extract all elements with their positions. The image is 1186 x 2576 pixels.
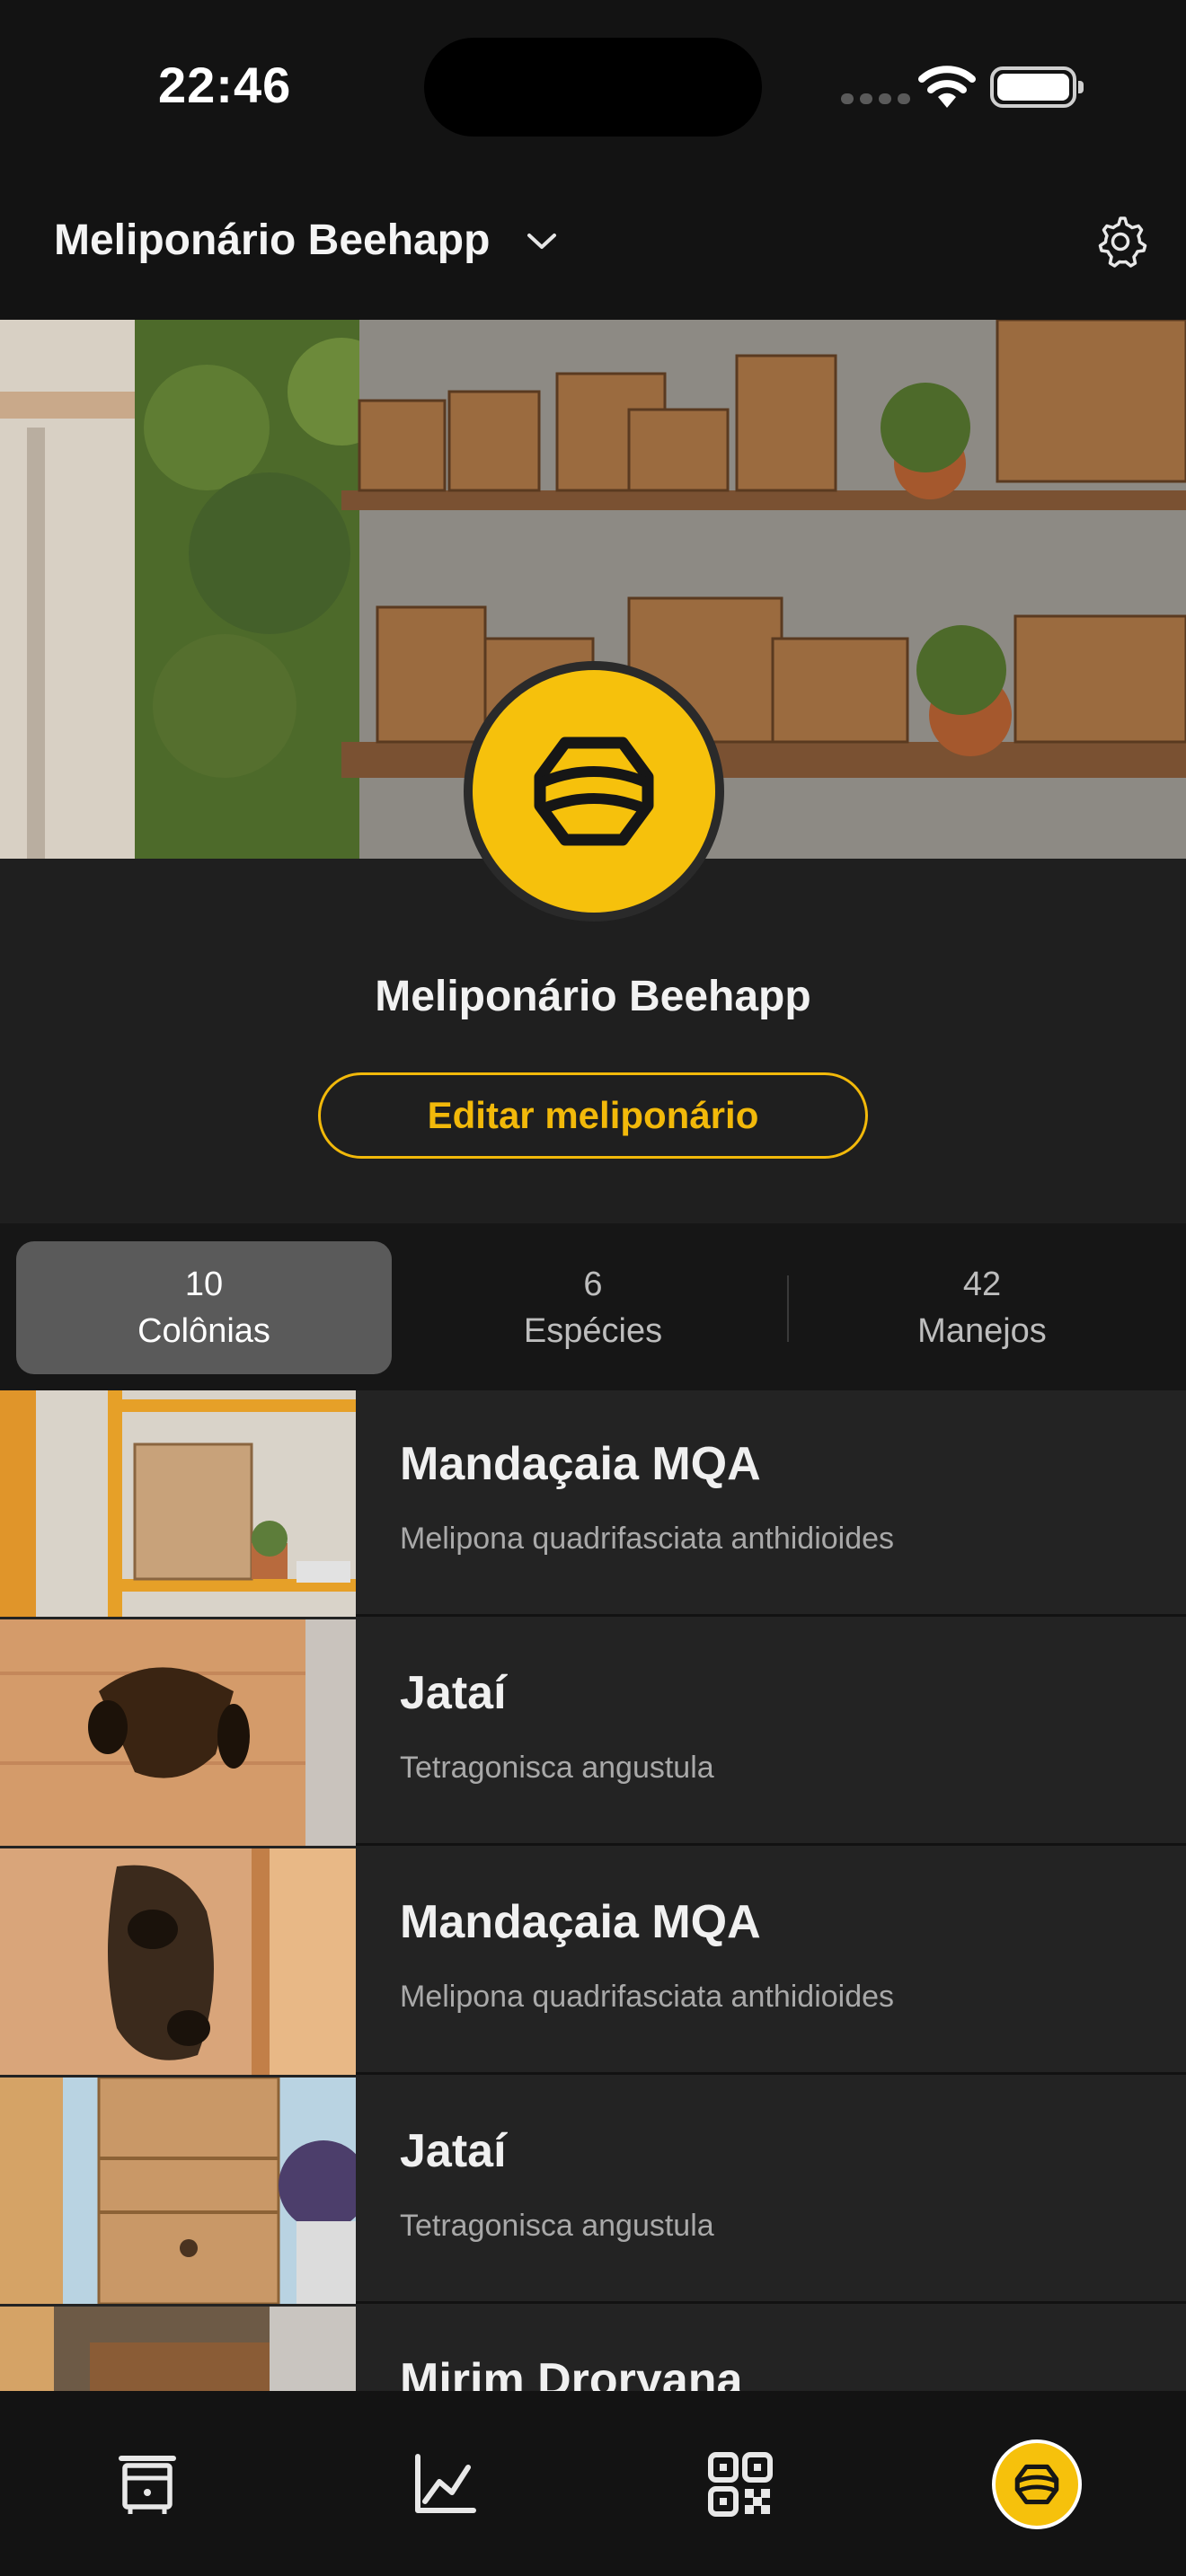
list-item[interactable]: Jataí Tetragonisca angustula [0,2078,1186,2304]
colony-species: Tetragonisca angustula [400,1751,714,1785]
meliponary-avatar [464,661,724,922]
nav-hives[interactable] [102,2439,192,2529]
bottom-navigation [0,2391,1186,2576]
colony-species: Melipona quadrifasciata anthidioides [400,1980,895,2014]
stat-label: Manejos [917,1312,1047,1350]
colony-thumbnail [0,1390,356,1617]
wifi-icon [918,66,976,108]
tab-management[interactable]: 42 Manejos [794,1241,1170,1374]
dynamic-island [424,38,762,137]
status-time: 22:46 [158,57,292,113]
battery-icon [990,66,1084,108]
meliponary-name: Meliponário Beehapp [375,973,811,1020]
colony-thumbnail [0,2078,356,2304]
gear-icon[interactable] [1093,214,1148,269]
colony-thumbnail [0,2307,356,2391]
list-item[interactable]: Jataí Tetragonisca angustula [0,1619,1186,1846]
tab-species[interactable]: 6 Espécies [405,1241,781,1374]
meliponary-title: Meliponário Beehapp [54,216,491,264]
nav-qr-scanner[interactable] [695,2439,785,2529]
colony-name: Mandaçaia MQA [400,1438,761,1490]
meliponary-selector[interactable]: Meliponário Beehapp [54,216,560,265]
chart-icon [415,2454,476,2513]
colony-name: Mandaçaia MQA [400,1896,761,1948]
colony-thumbnail [0,1619,356,1846]
colony-thumbnail [0,1848,356,2075]
colony-name: Mirim Droryana [400,2354,743,2391]
list-item[interactable]: Mirim Droryana [0,2307,1186,2391]
divider [787,1275,789,1342]
list-item[interactable]: Mandaçaia MQA Melipona quadrifasciata an… [0,1390,1186,1617]
nav-meliponary[interactable] [992,2439,1082,2529]
meliponary-logo-icon [1014,2464,1059,2505]
list-item[interactable]: Mandaçaia MQA Melipona quadrifasciata an… [0,1848,1186,2075]
beehive-logo-icon [534,737,654,846]
stat-count: 10 [184,1266,224,1303]
stat-label: Colônias [137,1312,270,1350]
tab-colonies[interactable]: 10 Colônias [16,1241,392,1374]
status-bar: 22:46 [0,0,1186,171]
qr-code-icon [708,2452,773,2517]
edit-meliponary-button[interactable]: Editar meliponário [318,1072,868,1159]
colony-name: Jataí [400,2125,507,2177]
colony-species: Tetragonisca angustula [400,2209,714,2243]
cellular-signal-icon [841,93,910,104]
colony-name: Jataí [400,1667,507,1719]
stat-count: 6 [583,1266,603,1303]
app-header: Meliponário Beehapp [0,171,1186,320]
stats-tabs: 10 Colônias 6 Espécies 42 Manejos [0,1223,1186,1390]
colony-list[interactable]: Mandaçaia MQA Melipona quadrifasciata an… [0,1390,1186,2391]
hive-box-icon [119,2456,176,2514]
colony-species: Melipona quadrifasciata anthidioides [400,1522,895,1556]
nav-statistics[interactable] [399,2439,489,2529]
chevron-down-icon [527,233,557,249]
stat-label: Espécies [523,1312,663,1350]
stat-count: 42 [962,1266,1002,1303]
